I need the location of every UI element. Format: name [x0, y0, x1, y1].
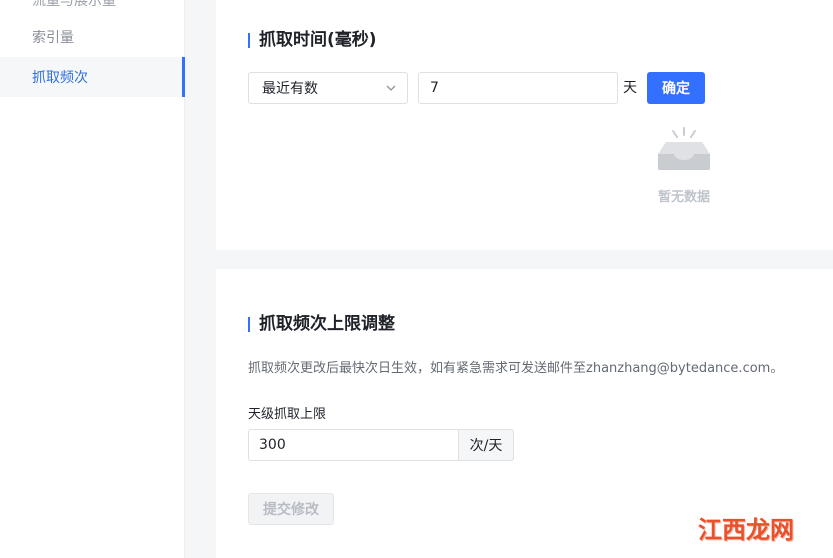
sidebar-item-label: 索引量	[32, 30, 74, 46]
daily-limit-field: 次/天	[248, 429, 514, 461]
sidebar-item-label: 流量与展示量	[32, 0, 116, 9]
crawl-limit-description: 抓取频次更改后最快次日生效，如有紧急需求可发送邮件至zhanzhang@byte…	[248, 361, 784, 376]
range-select[interactable]: 最近有数	[248, 72, 408, 104]
daily-limit-input[interactable]	[248, 429, 458, 461]
sidebar-item-crawl-frequency[interactable]: 抓取频次	[0, 57, 185, 97]
sidebar: 流量与展示量 索引量 抓取频次	[0, 0, 185, 558]
sidebar-item-index[interactable]: 索引量	[0, 17, 185, 57]
sidebar-item-label: 抓取频次	[32, 70, 88, 86]
days-unit-label: 天	[623, 80, 637, 96]
crawl-time-card: 抓取时间(毫秒) 最近有数 天 确定 暂无数据	[216, 0, 833, 250]
crawl-time-title: 抓取时间(毫秒)	[248, 30, 377, 50]
watermark-logo: 江西龙网	[698, 514, 794, 544]
empty-inbox-icon	[658, 127, 710, 170]
empty-state-text: 暂无数据	[657, 190, 710, 205]
submit-button[interactable]: 提交修改	[248, 493, 334, 525]
crawl-limit-title: 抓取频次上限调整	[248, 314, 395, 334]
confirm-button[interactable]: 确定	[647, 72, 705, 104]
page: 流量与展示量 索引量 抓取频次 抓取时间(毫秒) 最近有数 天 确定 暂无数据	[0, 0, 833, 558]
daily-limit-unit: 次/天	[458, 429, 514, 461]
range-select-value: 最近有数	[262, 81, 318, 97]
days-input[interactable]	[418, 72, 618, 104]
daily-limit-label: 天级抓取上限	[248, 407, 327, 422]
chevron-down-icon	[386, 85, 396, 91]
